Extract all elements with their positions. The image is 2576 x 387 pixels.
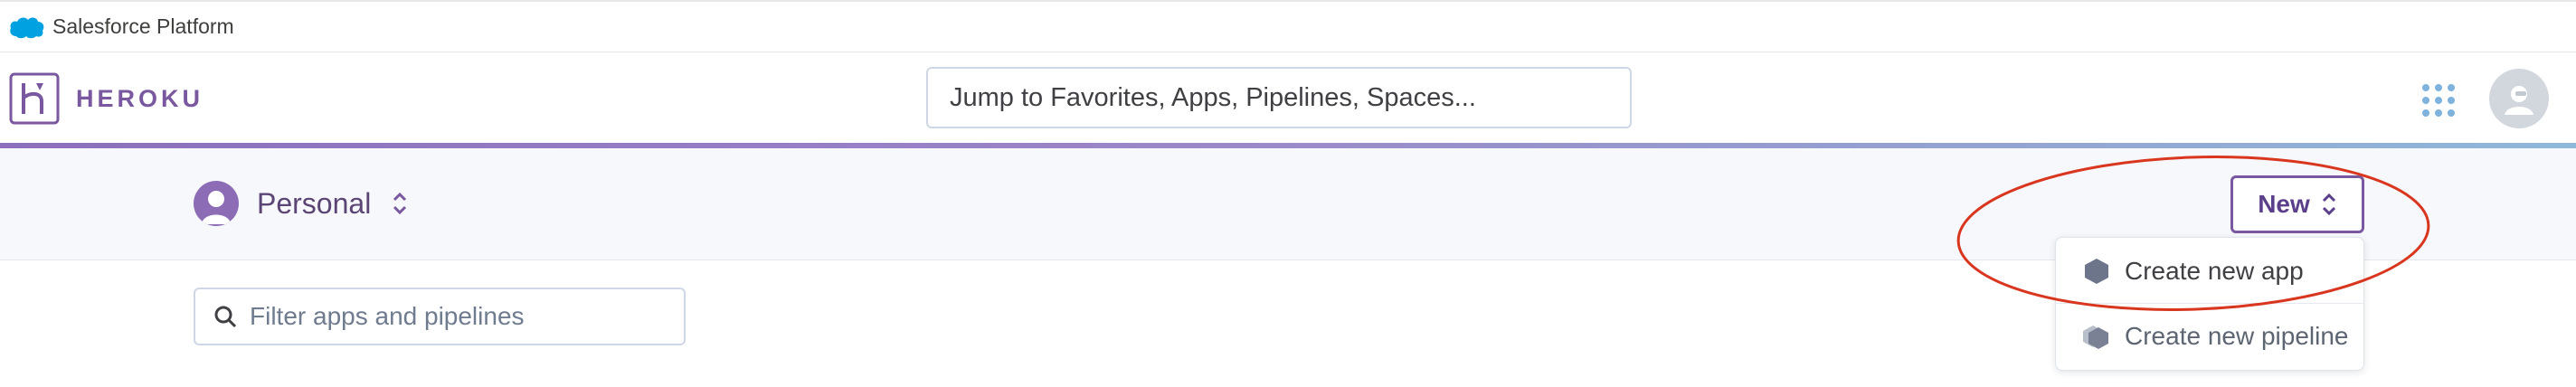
chevron-up-down-icon xyxy=(393,192,407,215)
menu-item-label: Create new pipeline xyxy=(2125,322,2349,350)
salesforce-platform-label: Salesforce Platform xyxy=(52,14,234,38)
account-switcher[interactable]: Personal xyxy=(194,179,409,228)
filter-apps-field[interactable] xyxy=(194,288,686,345)
global-search-input[interactable] xyxy=(926,67,1632,128)
heroku-logo-icon[interactable] xyxy=(9,72,60,125)
account-label: Personal xyxy=(257,186,372,220)
new-button-label: New xyxy=(2258,190,2310,218)
app-hexagon-icon xyxy=(2085,259,2108,284)
new-dropdown-menu: Create new app Create new pipeline xyxy=(2055,237,2364,371)
apps-grid-icon[interactable] xyxy=(2420,82,2457,118)
chevron-up-down-icon xyxy=(2322,193,2335,216)
heroku-header: HEROKU xyxy=(0,52,2576,145)
personal-account-icon xyxy=(194,181,239,226)
search-icon xyxy=(214,306,237,328)
filter-apps-input[interactable] xyxy=(250,302,684,331)
salesforce-cloud-icon xyxy=(10,17,44,38)
heroku-wordmark[interactable]: HEROKU xyxy=(76,85,204,113)
menu-item-label: Create new app xyxy=(2125,257,2304,285)
menu-divider xyxy=(2056,303,2363,304)
menu-item-create-new-pipeline[interactable]: Create new pipeline xyxy=(2056,305,2363,368)
pipeline-icon xyxy=(2083,326,2108,349)
salesforce-platform-bar: Salesforce Platform xyxy=(0,0,2576,52)
menu-item-create-new-app[interactable]: Create new app xyxy=(2056,240,2363,303)
new-button[interactable]: New xyxy=(2230,175,2364,233)
user-avatar-icon xyxy=(2505,86,2533,115)
user-avatar[interactable] xyxy=(2489,69,2549,128)
